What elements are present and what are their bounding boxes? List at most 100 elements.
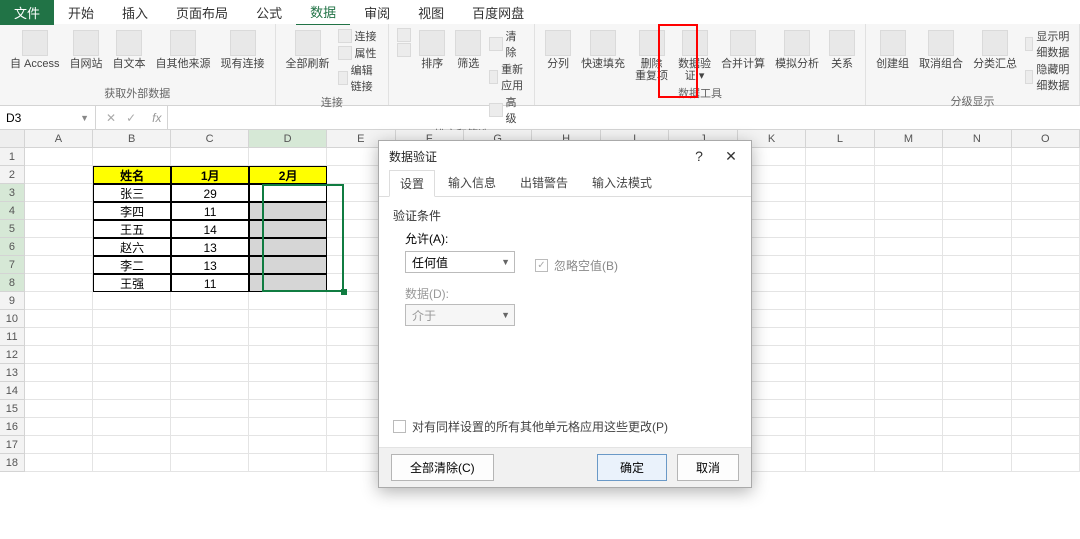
cell[interactable] — [93, 400, 171, 418]
cell[interactable] — [25, 382, 93, 400]
properties-link[interactable]: 属性 — [338, 45, 381, 61]
cell[interactable] — [875, 148, 943, 166]
menu-view[interactable]: 视图 — [404, 0, 458, 25]
cell[interactable] — [943, 220, 1011, 238]
cell[interactable] — [93, 148, 171, 166]
cell[interactable] — [93, 328, 171, 346]
cell[interactable] — [943, 238, 1011, 256]
cell[interactable] — [1012, 364, 1080, 382]
cell[interactable] — [943, 346, 1011, 364]
cell[interactable] — [943, 148, 1011, 166]
cell[interactable] — [249, 364, 327, 382]
cell[interactable] — [171, 328, 249, 346]
row-header[interactable]: 2 — [0, 166, 25, 184]
cell[interactable] — [806, 436, 874, 454]
row-header[interactable]: 7 — [0, 256, 25, 274]
clear-all-button[interactable]: 全部清除(C) — [391, 454, 494, 481]
cell[interactable] — [249, 292, 327, 310]
menu-baidu[interactable]: 百度网盘 — [458, 0, 538, 25]
cell[interactable] — [25, 400, 93, 418]
row-header[interactable]: 17 — [0, 436, 25, 454]
cell[interactable] — [806, 202, 874, 220]
show-detail-link[interactable]: 显示明细数据 — [1025, 28, 1071, 60]
cancel-icon[interactable]: ✕ — [106, 111, 116, 125]
tab-settings[interactable]: 设置 — [389, 170, 435, 197]
cell[interactable] — [875, 400, 943, 418]
cell[interactable] — [806, 148, 874, 166]
cell[interactable] — [25, 274, 93, 292]
cell[interactable] — [93, 418, 171, 436]
cell[interactable] — [875, 310, 943, 328]
tab-input-message[interactable]: 输入信息 — [437, 169, 507, 196]
row-header[interactable]: 8 — [0, 274, 25, 292]
cell[interactable] — [943, 364, 1011, 382]
cell[interactable] — [806, 238, 874, 256]
sort-asc-button[interactable] — [397, 28, 411, 42]
cell[interactable] — [806, 256, 874, 274]
cell[interactable] — [25, 364, 93, 382]
cell[interactable] — [1012, 418, 1080, 436]
cell[interactable] — [1012, 310, 1080, 328]
whatif-button[interactable]: 模拟分析 — [773, 28, 821, 72]
menu-insert[interactable]: 插入 — [108, 0, 162, 25]
flash-fill-button[interactable]: 快速填充 — [579, 28, 627, 72]
fill-handle[interactable] — [341, 289, 347, 295]
cell[interactable] — [1012, 256, 1080, 274]
col-L[interactable]: L — [806, 130, 874, 148]
row-header[interactable]: 3 — [0, 184, 25, 202]
cell[interactable] — [1012, 202, 1080, 220]
select-all-corner[interactable] — [0, 130, 25, 148]
cell[interactable]: 13 — [171, 256, 249, 274]
cell[interactable] — [25, 148, 93, 166]
cell[interactable] — [875, 292, 943, 310]
cell[interactable] — [806, 310, 874, 328]
cell[interactable] — [171, 382, 249, 400]
cell[interactable] — [93, 382, 171, 400]
cell[interactable] — [943, 274, 1011, 292]
from-other-button[interactable]: 自其他来源 — [154, 28, 213, 72]
fx-label[interactable]: fx — [146, 111, 167, 125]
cell[interactable] — [249, 184, 327, 202]
cell[interactable] — [25, 436, 93, 454]
cell[interactable] — [875, 184, 943, 202]
cell[interactable] — [1012, 184, 1080, 202]
cell[interactable] — [93, 346, 171, 364]
cell[interactable] — [943, 418, 1011, 436]
row-header[interactable]: 11 — [0, 328, 25, 346]
tab-ime[interactable]: 输入法模式 — [581, 169, 663, 196]
cell[interactable] — [875, 202, 943, 220]
cell[interactable] — [171, 346, 249, 364]
cell[interactable] — [25, 202, 93, 220]
cell[interactable] — [806, 346, 874, 364]
cell[interactable]: 14 — [171, 220, 249, 238]
cell[interactable] — [171, 436, 249, 454]
cell[interactable] — [806, 454, 874, 472]
row-header[interactable]: 10 — [0, 310, 25, 328]
cell[interactable] — [1012, 220, 1080, 238]
ungroup-button[interactable]: 取消组合 — [917, 28, 965, 72]
cell[interactable]: 11 — [171, 202, 249, 220]
text-to-columns-button[interactable]: 分列 — [543, 28, 573, 72]
cell[interactable]: 2月 — [249, 166, 327, 184]
cell[interactable] — [806, 328, 874, 346]
confirm-icon[interactable]: ✓ — [126, 111, 136, 125]
from-web-button[interactable]: 自网站 — [68, 28, 105, 72]
row-header[interactable]: 15 — [0, 400, 25, 418]
cell[interactable] — [171, 418, 249, 436]
cell[interactable]: 赵六 — [93, 238, 171, 256]
cell[interactable] — [249, 310, 327, 328]
cell[interactable]: 29 — [171, 184, 249, 202]
cell[interactable]: 13 — [171, 238, 249, 256]
cell[interactable] — [943, 184, 1011, 202]
cell[interactable] — [93, 454, 171, 472]
apply-all-checkbox[interactable]: 对有同样设置的所有其他单元格应用这些更改(P) — [393, 418, 668, 435]
cell[interactable] — [806, 400, 874, 418]
cell[interactable] — [806, 220, 874, 238]
cell[interactable]: 王五 — [93, 220, 171, 238]
cell[interactable] — [171, 148, 249, 166]
cell[interactable] — [249, 382, 327, 400]
cell[interactable] — [1012, 148, 1080, 166]
cell[interactable] — [943, 454, 1011, 472]
dialog-help-button[interactable]: ? — [683, 143, 715, 169]
edit-links-link[interactable]: 编辑链接 — [338, 62, 381, 94]
